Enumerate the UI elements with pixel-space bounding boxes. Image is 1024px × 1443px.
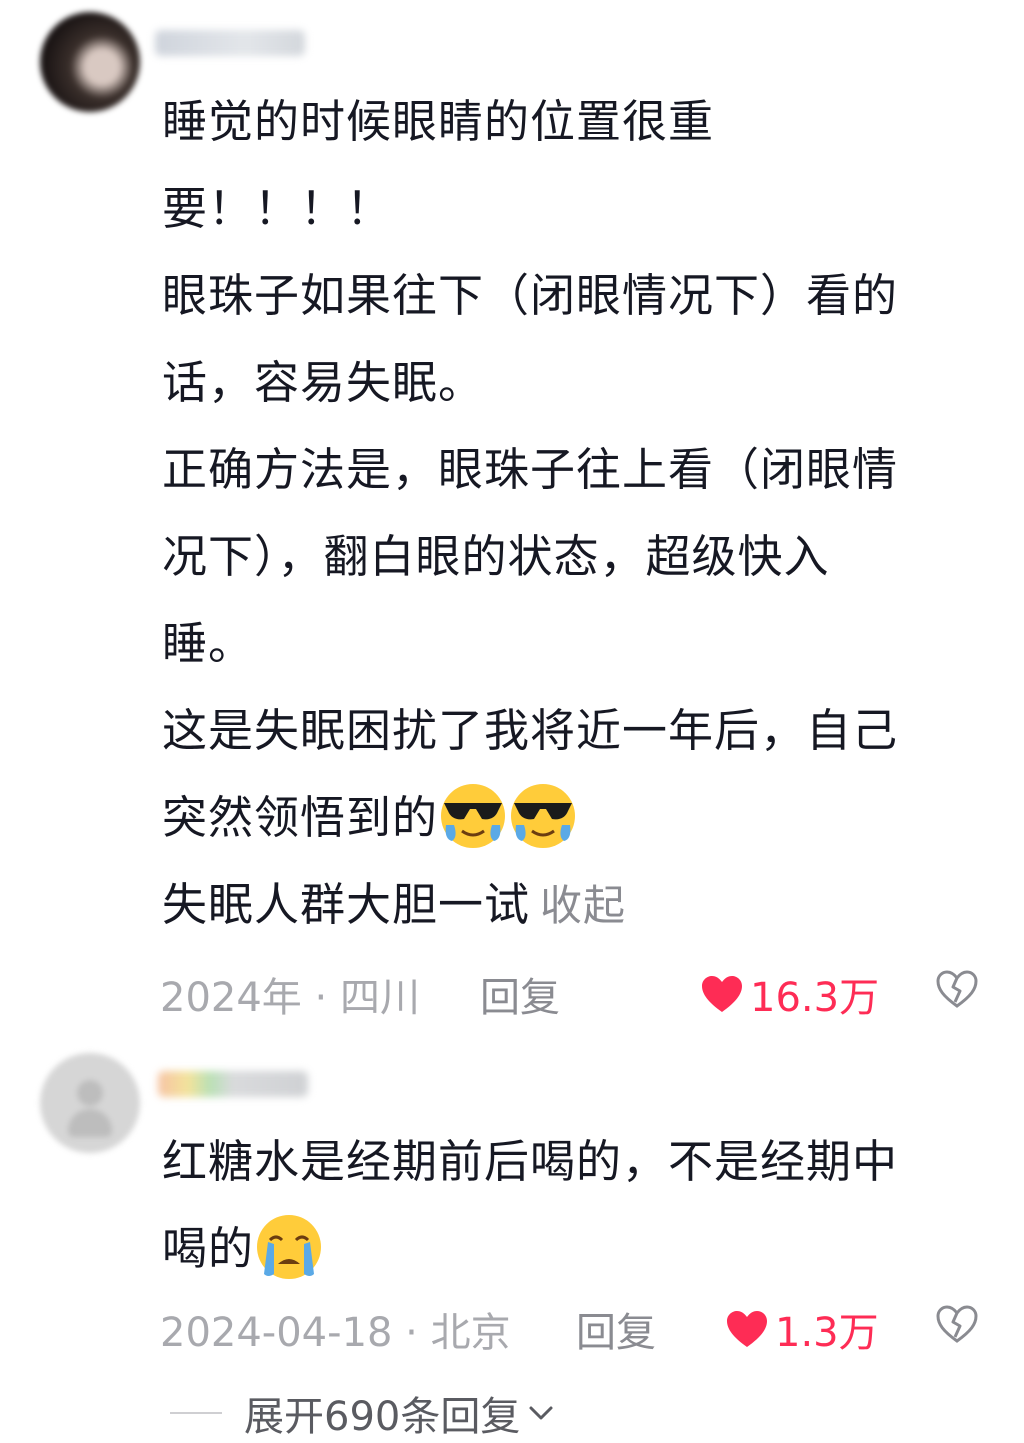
chevron-down-icon bbox=[529, 1406, 553, 1420]
username-blurred[interactable] bbox=[155, 30, 305, 56]
comment-text: 红糖水是经期前后喝的，不是经期中 喝的 bbox=[162, 1118, 974, 1292]
collapse-link[interactable]: 收起 bbox=[540, 881, 626, 930]
comment-date-location: 2024-04-18 · 北京 bbox=[160, 1310, 511, 1356]
cool-sunglasses-tear-emoji bbox=[441, 784, 506, 848]
avatar[interactable] bbox=[40, 1053, 140, 1153]
like-button[interactable]: 16.3万 bbox=[700, 965, 879, 1023]
heart-icon bbox=[702, 976, 742, 1012]
like-count: 16.3万 bbox=[750, 975, 880, 1021]
comment-line: 话，容易失眠。 bbox=[162, 356, 485, 409]
comment-line: 突然领悟到的 bbox=[162, 774, 974, 861]
reply-button[interactable]: 回复 bbox=[576, 1300, 656, 1358]
comment-meta: 2024年 · 四川 回复 16.3万 bbox=[160, 965, 1000, 1025]
comment-line: 况下），翻白眼的状态，超级快入 bbox=[162, 530, 830, 583]
comment-line: 眼珠子如果往下（闭眼情况下）看的 bbox=[162, 269, 899, 322]
loudly-crying-emoji bbox=[257, 1215, 322, 1279]
comment-line: 要！！！！ bbox=[162, 182, 393, 235]
like-count: 1.3万 bbox=[775, 1310, 879, 1356]
like-button[interactable]: 1.3万 bbox=[725, 1300, 879, 1358]
dislike-heart-icon[interactable] bbox=[935, 1304, 979, 1344]
dislike-heart-icon[interactable] bbox=[935, 969, 979, 1009]
avatar[interactable] bbox=[40, 12, 140, 112]
comment-line-text: 突然领悟到的 bbox=[162, 791, 439, 844]
comment-line: 睡觉的时候眼睛的位置很重 bbox=[162, 95, 715, 148]
cool-sunglasses-tear-emoji bbox=[511, 784, 576, 848]
comment-line-text: 失眠人群大胆一试 bbox=[162, 878, 531, 931]
heart-icon bbox=[727, 1311, 767, 1347]
comment-line: 喝的 bbox=[162, 1205, 974, 1292]
username-blurred[interactable] bbox=[158, 1071, 308, 1097]
comment-meta: 2024-04-18 · 北京 回复 1.3万 bbox=[160, 1300, 1000, 1360]
comment-line: 正确方法是，眼珠子往上看（闭眼情 bbox=[162, 443, 899, 496]
expand-replies-button[interactable]: 展开690条回复 bbox=[170, 1388, 554, 1440]
divider-dash bbox=[170, 1412, 222, 1414]
comment-date-location: 2024年 · 四川 bbox=[160, 975, 420, 1021]
reply-button[interactable]: 回复 bbox=[480, 965, 560, 1023]
comment-line: 这是失眠困扰了我将近一年后，自己 bbox=[162, 704, 899, 757]
comment-line: 睡。 bbox=[162, 617, 255, 670]
comment-line: 红糖水是经期前后喝的，不是经期中 bbox=[162, 1135, 899, 1188]
comment-line-text: 喝的 bbox=[162, 1222, 255, 1275]
comment-line: 失眠人群大胆一试 收起 bbox=[162, 861, 974, 949]
comment-text: 睡觉的时候眼睛的位置很重 要！！！！ 眼珠子如果往下（闭眼情况下）看的 话，容易… bbox=[162, 78, 974, 949]
expand-replies-label: 展开690条回复 bbox=[244, 1394, 521, 1440]
